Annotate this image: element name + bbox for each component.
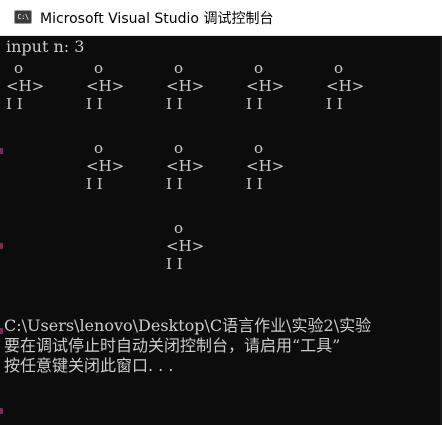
title-bar[interactable]: C:\ Microsoft Visual Studio 调试控制台 xyxy=(0,0,442,36)
figure: o <H> I I xyxy=(246,58,286,118)
figure: o <H> I I xyxy=(86,138,126,198)
figure: o <H> I I xyxy=(6,58,46,118)
figure-head: o xyxy=(174,139,184,157)
figure-legs: I I xyxy=(86,95,103,113)
figure: o <H> I I xyxy=(326,58,366,118)
figure-head: o xyxy=(94,139,104,157)
figure-body: <H> xyxy=(166,157,205,175)
figure: o <H> I I xyxy=(166,138,206,198)
exit-path-line: C:\Users\lenovo\Desktop\C语言作业\实验2\实验 xyxy=(4,316,372,335)
auto-close-hint-line: 要在调试停止时自动关闭控制台，请启用“工具” xyxy=(4,336,341,355)
figure-head: o xyxy=(94,59,104,77)
figure-body: <H> xyxy=(246,77,285,95)
edge-marker xyxy=(0,408,3,414)
prompt-line: input n: 3 xyxy=(6,37,85,56)
figure-legs: I I xyxy=(166,95,183,113)
figure-legs: I I xyxy=(6,95,23,113)
figure-head: o xyxy=(14,59,24,77)
console-window: C:\ Microsoft Visual Studio 调试控制台 input … xyxy=(0,0,442,425)
figure: o <H> I I xyxy=(166,218,206,278)
figure-legs: I I xyxy=(246,175,263,193)
edge-marker xyxy=(0,328,3,334)
figure-body: <H> xyxy=(86,157,125,175)
figure-legs: I I xyxy=(166,255,183,273)
figure-legs: I I xyxy=(246,95,263,113)
figure-head: o xyxy=(254,59,264,77)
press-any-key-line: 按任意键关闭此窗口. . . xyxy=(4,356,174,375)
figure-head: o xyxy=(254,139,264,157)
edge-marker xyxy=(0,243,3,249)
console-app-icon: C:\ xyxy=(14,10,32,24)
figure: o <H> I I xyxy=(246,138,286,198)
figure-legs: I I xyxy=(326,95,343,113)
figure-legs: I I xyxy=(86,175,103,193)
figure-head: o xyxy=(174,219,184,237)
figure-body: <H> xyxy=(246,157,285,175)
figure: o <H> I I xyxy=(166,58,206,118)
figure-body: <H> xyxy=(326,77,365,95)
figure-body: <H> xyxy=(166,237,205,255)
figure-head: o xyxy=(174,59,184,77)
figure-body: <H> xyxy=(86,77,125,95)
edge-marker xyxy=(0,148,3,154)
console-output[interactable]: input n: 3 o <H> I I o <H> I I o <H> I I… xyxy=(0,36,442,425)
figure-body: <H> xyxy=(6,77,45,95)
figure-head: o xyxy=(334,59,344,77)
window-title: Microsoft Visual Studio 调试控制台 xyxy=(40,11,274,27)
figure-legs: I I xyxy=(166,175,183,193)
figure-body: <H> xyxy=(166,77,205,95)
figure: o <H> I I xyxy=(86,58,126,118)
